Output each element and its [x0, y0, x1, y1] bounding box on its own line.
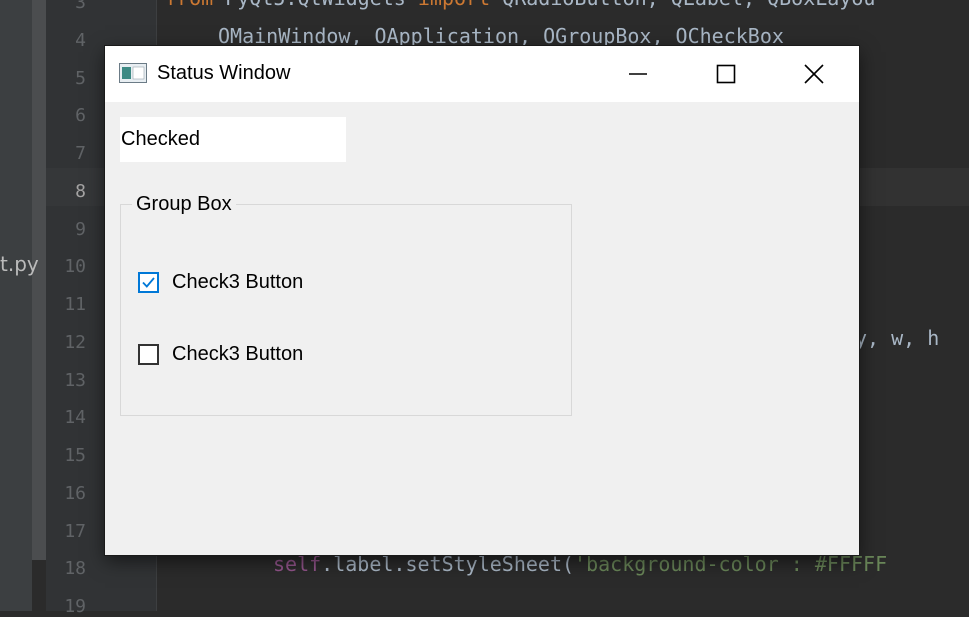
close-button[interactable] [781, 46, 847, 102]
group-box-title: Group Box [132, 193, 236, 216]
app-icon [119, 63, 147, 83]
maximize-icon [716, 64, 736, 84]
code-line-12: y, w, h [855, 326, 940, 350]
line-number: 12 [64, 331, 86, 353]
line-number: 16 [64, 482, 86, 504]
project-file-name[interactable]: t.py [0, 252, 39, 276]
line-number: 6 [75, 105, 86, 127]
code-module: PyQt5.QtWidgets [225, 0, 418, 10]
code-keyword: from [165, 0, 225, 10]
maximize-button[interactable] [693, 46, 759, 102]
check3-button-checked[interactable]: Check3 Button [138, 269, 303, 295]
checkbox-unchecked[interactable] [138, 343, 159, 365]
title-bar[interactable]: Status Window [105, 46, 859, 102]
line-number: 9 [75, 218, 86, 240]
checkbox-checked[interactable] [138, 271, 159, 293]
status-window[interactable]: Status Window Checked Group Box Check3 B… [105, 46, 859, 555]
code-imports: QRadioButton, QLabel, QBoxLayou [502, 0, 875, 10]
group-box [120, 204, 572, 416]
line-number: 5 [75, 67, 86, 89]
line-number: 7 [75, 143, 86, 164]
line-number: 19 [64, 596, 86, 617]
code-line-18: self.label.setStyleSheet('background-col… [273, 552, 887, 576]
line-number: 10 [64, 256, 86, 278]
line-number: 8 [75, 180, 86, 202]
minimize-button[interactable] [605, 46, 671, 102]
code-self: self [273, 552, 322, 576]
line-number: 17 [64, 520, 86, 542]
line-number: 14 [64, 407, 86, 429]
checkbox-label: Check3 Button [172, 270, 304, 293]
checkmark-icon [142, 276, 155, 288]
ide-project-panel [0, 0, 32, 611]
line-number: 11 [64, 294, 86, 315]
code-line-4: OMainWindow, OApplication, OGroupBox, OC… [218, 24, 784, 48]
line-number: 13 [64, 369, 86, 391]
code-line-3: from PyQt5.QtWidgets import QRadioButton… [165, 0, 875, 10]
minimize-icon [629, 73, 647, 75]
window-title: Status Window [157, 62, 291, 84]
line-number: 3 [75, 0, 86, 13]
ide-panel-scrollbar[interactable] [32, 0, 46, 560]
close-icon [804, 64, 824, 84]
check3-button-unchecked[interactable]: Check3 Button [138, 341, 303, 367]
status-label: Checked [120, 117, 346, 162]
code-string: 'background-color : #FFFFF [574, 552, 888, 576]
code-call: .label.setStyleSheet( [321, 552, 575, 576]
line-number: 4 [75, 29, 86, 51]
code-keyword: import [418, 0, 502, 10]
line-number: 18 [64, 558, 86, 580]
checkbox-label: Check3 Button [172, 342, 304, 365]
line-number: 15 [64, 445, 86, 466]
